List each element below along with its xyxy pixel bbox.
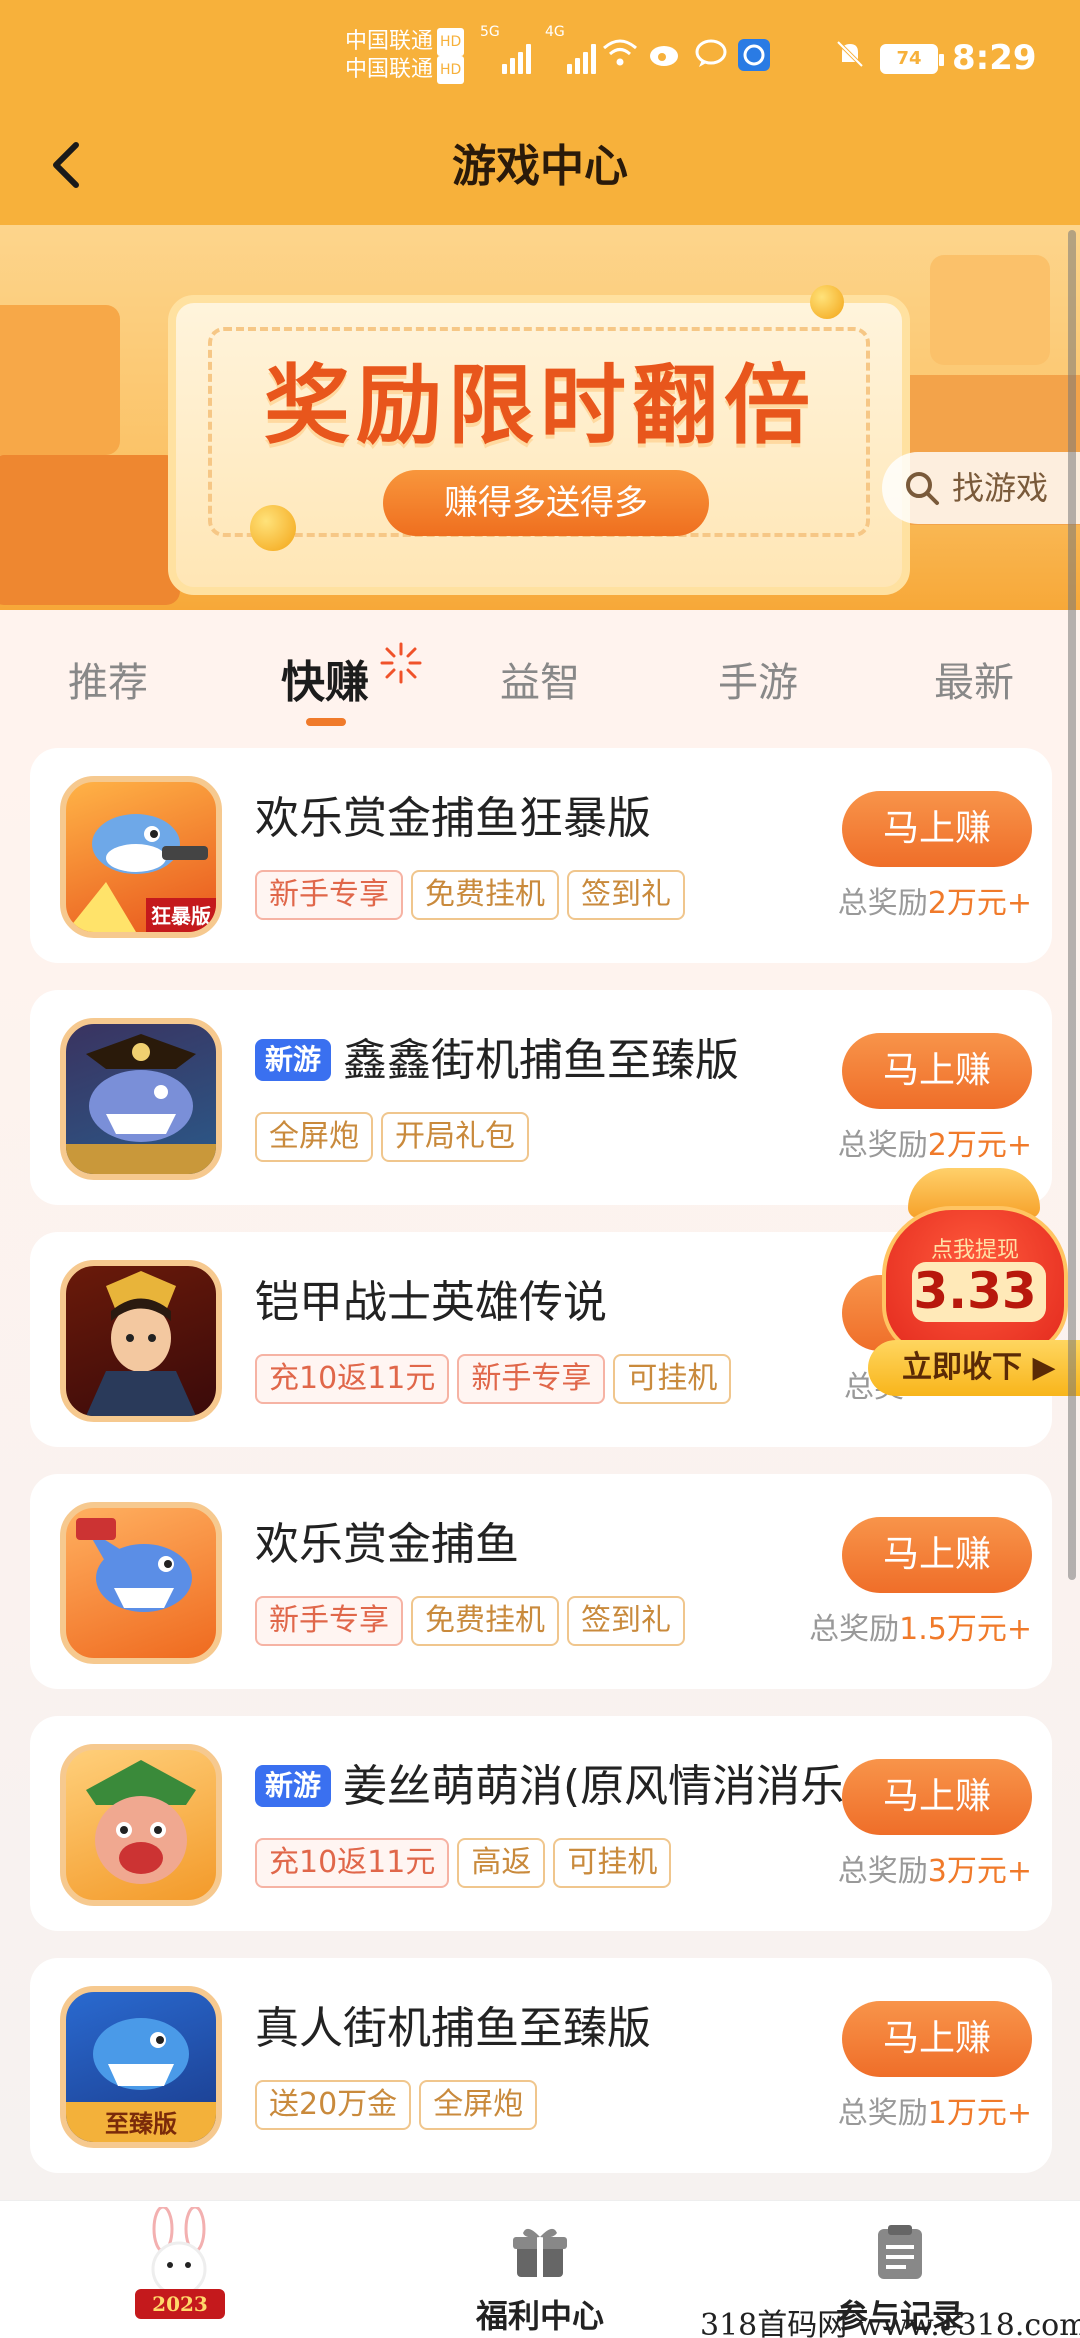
category-tabs: 推荐 快赚 益智 手游 最新 <box>0 610 1080 750</box>
chat-bubble-icon <box>694 38 730 77</box>
blue-shark-icon: 至臻版 <box>60 1986 222 2148</box>
game-card[interactable]: 狂暴版 欢乐赏金捕鱼狂暴版 新手专享 免费挂机 签到礼 马上赚 总奖励2万元+ <box>30 748 1052 963</box>
tag: 充10返11元 <box>255 1354 450 1404</box>
app-notification-icon <box>737 38 771 81</box>
game-card[interactable]: 新游 姜丝萌萌消(原风情消消乐 充10返11元 高返 可挂机 马上赚 总奖励3万元+ <box>30 1716 1052 1931</box>
gift-icon <box>513 2228 567 2277</box>
svg-text:至臻版: 至臻版 <box>105 2110 177 2138</box>
pirate-shark-icon <box>60 1018 222 1180</box>
tag: 新手专享 <box>255 1596 403 1646</box>
tab-mobile-games[interactable]: 手游 <box>718 650 798 708</box>
tag-list: 新手专享 免费挂机 签到礼 <box>255 1596 693 1646</box>
tag: 可挂机 <box>553 1838 672 1888</box>
carrier-2: 中国联通 <box>345 57 434 82</box>
earn-now-button[interactable]: 马上赚 <box>842 2001 1032 2077</box>
clock: 8:29 <box>952 38 1037 78</box>
total-reward: 总奖励1万元+ <box>837 2096 1032 2131</box>
tag: 开局礼包 <box>381 1112 529 1162</box>
withdraw-label: 点我提现 <box>930 1238 1019 1263</box>
tag-list: 送20万金 全屏炮 <box>255 2080 545 2130</box>
carrier-info: 中国联通 HD 中国联通 HD <box>345 28 465 84</box>
tag-list: 充10返11元 高返 可挂机 <box>255 1838 679 1888</box>
tab-recommend[interactable]: 推荐 <box>68 650 148 708</box>
nav-home-rabbit[interactable]: 2023 <box>80 2201 280 2338</box>
coin-icon <box>250 505 296 551</box>
active-tab-indicator <box>306 718 346 726</box>
svg-text:狂暴版: 狂暴版 <box>151 904 211 928</box>
page-title: 游戏中心 <box>452 141 628 192</box>
signal-4g-icon: 4G <box>545 24 605 74</box>
game-title: 铠甲战士英雄传说 <box>255 1277 607 1328</box>
game-title: 欢乐赏金捕鱼狂暴版 <box>255 793 651 844</box>
scrollbar[interactable] <box>1068 230 1076 1580</box>
new-game-badge: 新游 <box>255 1765 332 1807</box>
warrior-hero-icon <box>60 1260 222 1422</box>
game-title: 真人街机捕鱼至臻版 <box>255 2003 651 2054</box>
search-icon <box>906 472 939 505</box>
promo-banner[interactable]: 奖励限时翻倍 赚得多送得多 <box>0 225 1080 610</box>
total-reward: 总奖励2万元+ <box>837 1128 1032 1163</box>
tag: 可挂机 <box>613 1354 732 1404</box>
wifi-icon <box>602 38 638 77</box>
nav-welfare-label: 福利中心 <box>475 2297 604 2335</box>
tag-list: 新手专享 免费挂机 签到礼 <box>255 870 693 920</box>
collect-now-button[interactable]: 立即收下 ▶ <box>868 1340 1080 1396</box>
game-card[interactable]: 欢乐赏金捕鱼 新手专享 免费挂机 签到礼 马上赚 总奖励1.5万元+ <box>30 1474 1052 1689</box>
tag: 签到礼 <box>567 870 685 920</box>
shark-icon <box>60 1502 222 1664</box>
hd-badge-2: HD <box>437 56 465 84</box>
tab-quick-earn[interactable]: 快赚 <box>281 646 369 710</box>
sparkle-icon <box>380 642 422 684</box>
tab-latest[interactable]: 最新 <box>934 650 1014 708</box>
carrier-1: 中国联通 <box>345 29 434 54</box>
earn-now-button[interactable]: 马上赚 <box>842 1033 1032 1109</box>
tag-list: 充10返11元 新手专享 可挂机 <box>255 1354 739 1404</box>
coin-icon <box>810 285 844 319</box>
tag: 新手专享 <box>457 1354 606 1404</box>
withdraw-floater[interactable]: 点我提现 3.33 立即收下 ▶ <box>868 1168 1080 1398</box>
tag: 送20万金 <box>255 2080 412 2130</box>
tag: 充10返11元 <box>255 1838 450 1888</box>
red-envelope-left-icon <box>0 455 180 605</box>
earn-now-button[interactable]: 马上赚 <box>842 1759 1032 1835</box>
weibo-icon <box>648 38 684 77</box>
game-title: 欢乐赏金捕鱼 <box>255 1519 519 1570</box>
earn-now-button[interactable]: 马上赚 <box>842 1517 1032 1593</box>
tag: 免费挂机 <box>411 870 559 920</box>
svg-text:2023: 2023 <box>152 2292 208 2316</box>
mute-bell-icon <box>834 38 866 79</box>
rabbit-2023-icon: 2023 <box>135 2207 225 2319</box>
new-game-badge: 新游 <box>255 1039 332 1081</box>
general-face-icon <box>60 1744 222 1906</box>
tag: 高返 <box>457 1838 546 1888</box>
find-game-button[interactable]: 找游戏 <box>882 452 1080 524</box>
tag: 全屏炮 <box>255 1112 373 1162</box>
banner-headline: 奖励限时翻倍 <box>264 356 816 456</box>
title-bar: 游戏中心 <box>0 110 1080 225</box>
hd-badge-1: HD <box>437 28 465 56</box>
tab-puzzle[interactable]: 益智 <box>500 650 580 708</box>
shark-cannon-icon: 狂暴版 <box>60 776 222 938</box>
tag: 全屏炮 <box>419 2080 538 2130</box>
total-reward: 总奖励1.5万元+ <box>809 1612 1032 1647</box>
withdraw-amount: 3.33 <box>913 1262 1037 1320</box>
status-bar: 中国联通 HD 中国联通 HD 5G 4G 74 8:29 <box>0 0 1080 110</box>
signal-5g-icon: 5G <box>480 24 540 74</box>
earn-now-button[interactable]: 马上赚 <box>842 791 1032 867</box>
nav-welfare-center[interactable]: 福利中心 <box>440 2201 640 2338</box>
watermark: 318首码网 www.e318.com <box>700 2308 1080 2338</box>
banner-subtitle-pill: 赚得多送得多 <box>383 470 709 536</box>
total-reward: 总奖励3万元+ <box>837 1854 1032 1889</box>
game-card[interactable]: 至臻版 真人街机捕鱼至臻版 送20万金 全屏炮 马上赚 总奖励1万元+ <box>30 1958 1052 2173</box>
game-title: 新游 姜丝萌萌消(原风情消消乐 <box>255 1750 844 1814</box>
game-title: 新游 鑫鑫街机捕鱼至臻版 <box>255 1024 739 1088</box>
tag: 新手专享 <box>255 870 403 920</box>
clipboard-icon <box>878 2225 922 2279</box>
find-game-label: 找游戏 <box>952 469 1049 507</box>
tag: 签到礼 <box>567 1596 685 1646</box>
battery-icon: 74 <box>880 44 944 74</box>
tag-list: 全屏炮 开局礼包 <box>255 1112 537 1162</box>
total-reward: 总奖励2万元+ <box>837 886 1032 921</box>
tag: 免费挂机 <box>411 1596 559 1646</box>
